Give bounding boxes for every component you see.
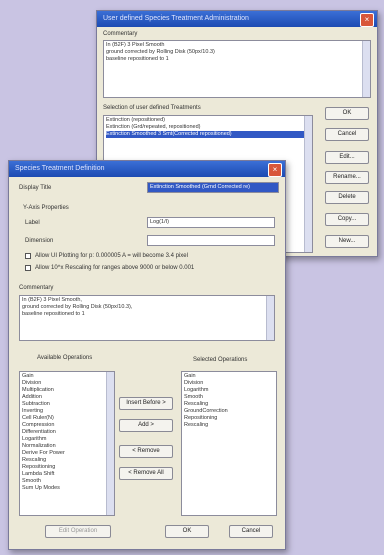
checkbox-rescaling[interactable] (25, 265, 31, 271)
selected-operation-item[interactable]: Rescaling (184, 401, 274, 408)
edit-operation-button[interactable]: Edit Operation (45, 525, 111, 538)
selected-operation-item[interactable]: Rescaling (184, 422, 274, 429)
definition-comment-label: Commentary (19, 285, 54, 291)
checkbox-rescaling-label: Allow 10^x Rescaling for ranges above 90… (35, 265, 195, 271)
admin-delete-button[interactable]: Delete (325, 191, 369, 204)
axis-label-field[interactable]: Log(1/I) (147, 217, 275, 228)
available-operations-label: Available Operations (37, 355, 93, 361)
admin-ok-button[interactable]: OK (325, 107, 369, 120)
available-operation-item[interactable]: Normalization (22, 443, 112, 450)
selected-operation-item[interactable]: Gain (184, 373, 274, 380)
definition-comment-scrollbar[interactable] (266, 296, 274, 340)
display-title-label: Display Title (19, 185, 52, 191)
available-operation-item[interactable]: Subtraction (22, 401, 112, 408)
definition-comment-line: In (B2F) 3 Pixel Smooth, (22, 297, 82, 303)
available-operation-item[interactable]: Division (22, 380, 112, 387)
admin-close-button[interactable]: × (360, 13, 374, 27)
admin-titlebar: User defined Species Treatment Administr… (97, 11, 377, 27)
display-title-field[interactable]: Extinction Smoothed (Grnd Corrected re) (147, 182, 279, 193)
definition-cancel-button[interactable]: Cancel (229, 525, 273, 538)
available-operation-item[interactable]: Addition (22, 394, 112, 401)
available-operation-item[interactable]: Compression (22, 422, 112, 429)
available-operation-item[interactable]: Logarithm (22, 436, 112, 443)
available-operation-item[interactable]: Sum Up Modes (22, 485, 112, 492)
available-operation-item[interactable]: Rescaling (22, 457, 112, 464)
available-operation-item[interactable]: Repositioning (22, 464, 112, 471)
admin-comment-line: baseline repositioned to 1 (106, 56, 169, 62)
available-operation-item[interactable]: Differentiation (22, 429, 112, 436)
remove-operation-button[interactable]: < Remove (119, 445, 173, 458)
checkbox-ui-plotting-label: Allow UI Plotting for p: 0.000005 A = wi… (35, 253, 188, 259)
admin-comment-line: ground corrected by Rolling Disk (50px/1… (106, 49, 215, 55)
admin-comment-box[interactable]: In (B2F) 3 Pixel Smooth ground corrected… (103, 40, 371, 98)
y-axis-properties-label: Y-Axis Properties (23, 205, 69, 211)
available-operation-item[interactable]: Multiplication (22, 387, 112, 394)
treatment-item[interactable]: Extinction (Grd/repeated, repositioned) (106, 124, 310, 131)
admin-list-label: Selection of user defined Treatments (103, 105, 201, 111)
treatment-list-scrollbar[interactable] (304, 116, 312, 252)
remove-all-button[interactable]: < Remove All (119, 467, 173, 480)
definition-comment-line: ground corrected by Rolling Disk (50px/1… (22, 304, 133, 310)
definition-ok-button[interactable]: OK (165, 525, 209, 538)
selected-operation-item[interactable]: Division (184, 380, 274, 387)
admin-comment-line: In (B2F) 3 Pixel Smooth (106, 42, 165, 48)
add-operation-button[interactable]: Add > (119, 419, 173, 432)
selected-operation-item[interactable]: GroundCorrection (184, 408, 274, 415)
definition-title: Species Treatment Definition (15, 165, 105, 172)
admin-edit-button[interactable]: Edit... (325, 151, 369, 164)
selected-operations-list[interactable]: Gain Division Logarithm Smooth Rescaling… (181, 371, 277, 516)
insert-before-button[interactable]: Insert Before > (119, 397, 173, 410)
definition-comment-box[interactable]: In (B2F) 3 Pixel Smooth, ground correcte… (19, 295, 275, 341)
available-operation-item[interactable]: Derive For Power (22, 450, 112, 457)
treatment-item[interactable]: Extinction (repositioned) (106, 117, 310, 124)
definition-window: Species Treatment Definition × Display T… (8, 160, 286, 550)
available-operation-item[interactable]: Lambda Shift (22, 471, 112, 478)
admin-cancel-button[interactable]: Cancel (325, 128, 369, 141)
selected-operation-item[interactable]: Repositioning (184, 415, 274, 422)
admin-new-button[interactable]: New... (325, 235, 369, 248)
available-operation-item[interactable]: Smooth (22, 478, 112, 485)
available-operations-scrollbar[interactable] (106, 372, 114, 515)
admin-copy-button[interactable]: Copy... (325, 213, 369, 226)
axis-label-label: Label (25, 220, 40, 226)
selected-operation-item[interactable]: Smooth (184, 394, 274, 401)
selected-operation-item[interactable]: Logarithm (184, 387, 274, 394)
definition-comment-line: baseline repositioned to 1 (22, 311, 85, 317)
available-operation-item[interactable]: Gain (22, 373, 112, 380)
definition-titlebar: Species Treatment Definition × (9, 161, 285, 177)
available-operation-item[interactable]: Cell Ruler(N) (22, 415, 112, 422)
admin-comment-label: Commentary (103, 31, 138, 37)
treatment-item-selected[interactable]: Extinction Smoothed 3 Smt(Corrected repo… (106, 131, 310, 138)
admin-comment-scrollbar[interactable] (362, 41, 370, 97)
selected-operations-label: Selected Operations (193, 357, 248, 363)
admin-rename-button[interactable]: Rename... (325, 171, 369, 184)
definition-close-button[interactable]: × (268, 163, 282, 177)
available-operation-item[interactable]: Inverting (22, 408, 112, 415)
checkbox-ui-plotting[interactable] (25, 253, 31, 259)
dimension-field[interactable] (147, 235, 275, 246)
dimension-label: Dimension (25, 238, 54, 244)
admin-title: User defined Species Treatment Administr… (103, 15, 249, 22)
available-operations-list[interactable]: Gain Division Multiplication Addition Su… (19, 371, 115, 516)
